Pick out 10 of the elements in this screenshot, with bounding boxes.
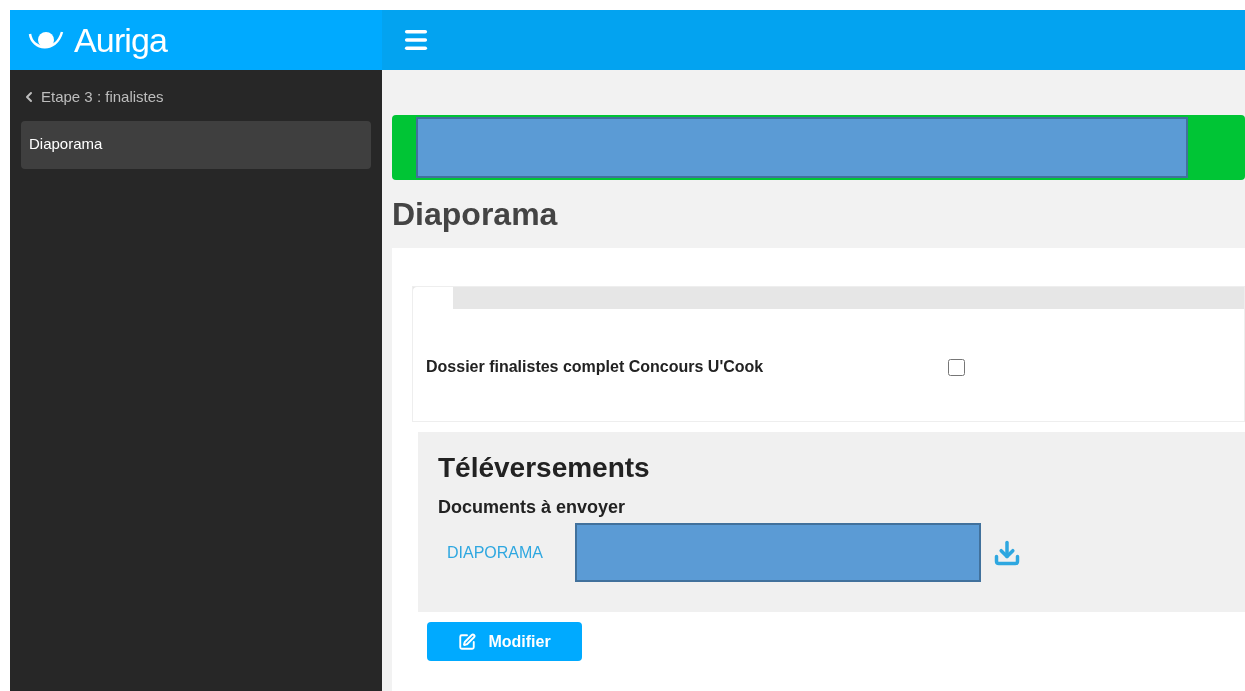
page-title: Diaporama [392, 195, 559, 234]
download-icon[interactable] [993, 538, 1021, 567]
edit-icon [458, 632, 477, 651]
section-subtitle: Documents à envoyer [438, 496, 627, 519]
checkbox[interactable] [948, 358, 965, 376]
section-title: Téléversements [438, 454, 651, 482]
field-label: Dossier finalistes complet Concours U'Cook [426, 357, 765, 377]
sidebar-item[interactable]: Diaporama [21, 120, 371, 169]
back-link[interactable]: Etape 3 : finalistes [21, 86, 371, 109]
brand-name: Auriga [74, 23, 168, 57]
